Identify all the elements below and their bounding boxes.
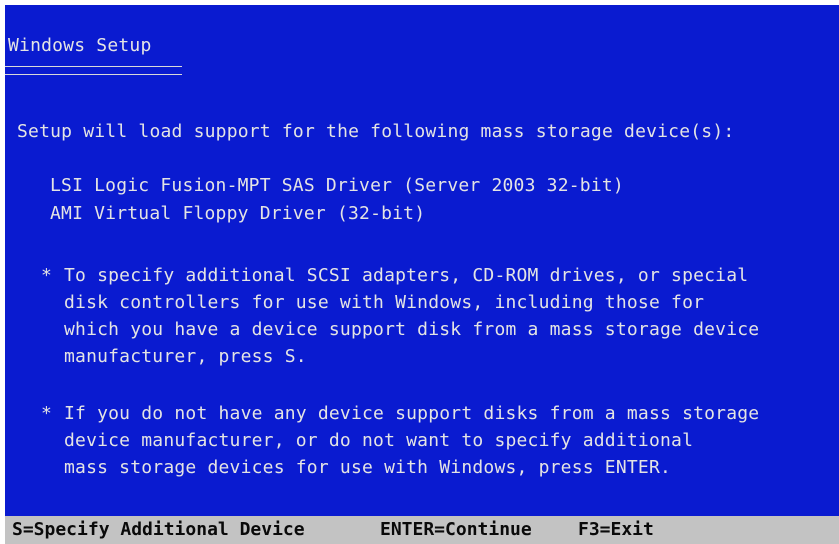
- continue-key-hint[interactable]: ENTER=Continue: [380, 519, 532, 541]
- status-bar: S=Specify Additional Device ENTER=Contin…: [5, 516, 839, 544]
- specify-device-key-hint[interactable]: S=Specify Additional Device: [12, 519, 305, 541]
- instruction-line: device manufacturer, or do not want to s…: [64, 430, 694, 451]
- instruction-line: disk controllers for use with Windows, i…: [64, 292, 705, 313]
- intro-text: Setup will load support for the followin…: [17, 121, 735, 142]
- device-item: AMI Virtual Floppy Driver (32-bit): [50, 203, 426, 224]
- device-item: LSI Logic Fusion-MPT SAS Driver (Server …: [50, 175, 624, 196]
- bullet-icon: *: [41, 265, 53, 286]
- instruction-line: which you have a device support disk fro…: [64, 319, 760, 340]
- instruction-line: If you do not have any device support di…: [64, 403, 760, 424]
- window-title: Windows Setup: [8, 35, 152, 56]
- instruction-line: manufacturer, press S.: [64, 346, 307, 367]
- instruction-line: mass storage devices for use with Window…: [64, 457, 672, 478]
- title-underline: [5, 66, 182, 75]
- setup-screen: Windows Setup Setup will load support fo…: [5, 5, 839, 544]
- exit-key-hint[interactable]: F3=Exit: [578, 519, 654, 541]
- bullet-icon: *: [41, 403, 53, 424]
- instruction-line: To specify additional SCSI adapters, CD-…: [64, 265, 749, 286]
